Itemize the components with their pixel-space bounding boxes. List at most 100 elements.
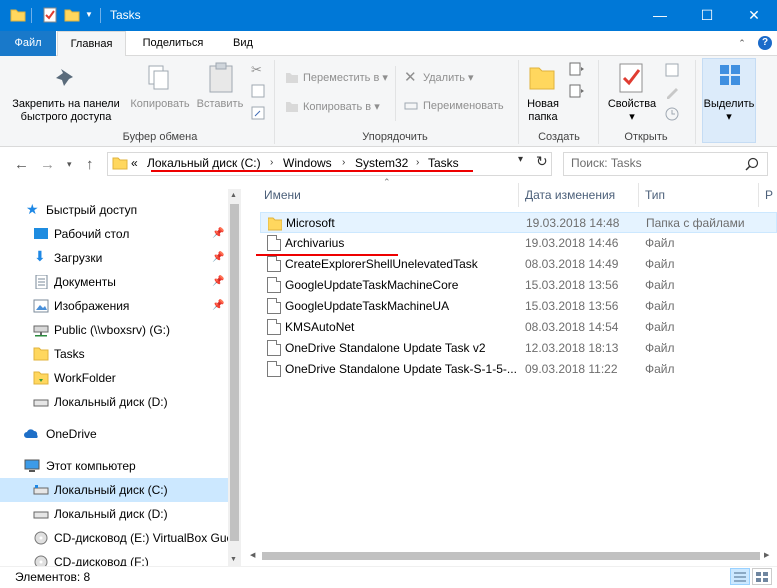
breadcrumb-system32[interactable]: System32: [355, 156, 408, 170]
pictures-icon: [33, 299, 49, 313]
delete-button[interactable]: Удалить ▾: [423, 71, 474, 84]
computer-icon: [24, 459, 40, 472]
breadcrumb-windows[interactable]: Windows: [283, 156, 332, 170]
tab-file[interactable]: Файл: [0, 31, 56, 56]
cut-icon[interactable]: ✂: [251, 62, 262, 78]
column-separator[interactable]: [518, 183, 519, 207]
nav-desktop[interactable]: Рабочий стол 📌: [0, 222, 228, 246]
tiles-view-button[interactable]: [752, 568, 772, 585]
quick-access-dropdown-icon[interactable]: ▼: [85, 10, 93, 19]
close-button[interactable]: ✕: [731, 0, 777, 31]
breadcrumb-drive-c[interactable]: Локальный диск (C:): [147, 156, 261, 170]
minimize-button[interactable]: —: [637, 0, 683, 31]
pin-icon[interactable]: 📌: [212, 252, 224, 263]
nav-label: Загрузки: [54, 251, 103, 265]
new-item-icon[interactable]: [569, 62, 585, 76]
pin-icon[interactable]: 📌: [212, 228, 224, 239]
title-separator: [100, 8, 101, 23]
collapse-ribbon-icon[interactable]: ⌃: [735, 31, 749, 56]
nav-documents[interactable]: Документы 📌: [0, 270, 228, 294]
breadcrumb-chevron-icon[interactable]: ›: [416, 157, 419, 168]
help-icon[interactable]: ?: [758, 36, 772, 50]
file-type: Файл: [645, 299, 675, 313]
nav-label: OneDrive: [46, 427, 97, 441]
file-date: 08.03.2018 14:49: [525, 257, 619, 271]
nav-cd-e[interactable]: CD-дисковод (E:) VirtualBox Gue: [0, 526, 233, 550]
new-folder-button[interactable]: Новая папка: [520, 98, 566, 124]
nav-scrollbar-thumb[interactable]: [230, 204, 239, 541]
paste-shortcut-icon[interactable]: [251, 106, 265, 120]
open-icon[interactable]: [664, 62, 680, 78]
scroll-up-icon[interactable]: ▲: [230, 192, 237, 199]
scroll-left-icon[interactable]: ◀: [250, 551, 255, 559]
list-item[interactable]: Archivarius 19.03.2018 14:46 Файл: [260, 233, 777, 254]
column-date[interactable]: Дата изменения: [525, 188, 615, 202]
rename-button[interactable]: Переименовать: [423, 100, 504, 112]
move-to-button[interactable]: Переместить в ▾: [303, 71, 388, 84]
scroll-down-icon[interactable]: ▼: [230, 556, 237, 563]
breadcrumb-chevron-icon[interactable]: ›: [342, 157, 345, 168]
list-item[interactable]: KMSAutoNet 08.03.2018 14:54 Файл: [260, 317, 777, 338]
pin-icon[interactable]: 📌: [212, 276, 224, 287]
pin-icon[interactable]: 📌: [212, 300, 224, 311]
copy-button[interactable]: Копировать: [126, 98, 194, 111]
paste-button[interactable]: Вставить: [194, 98, 246, 111]
new-folder-icon: [529, 67, 555, 90]
list-item[interactable]: GoogleUpdateTaskMachineUA 15.03.2018 13:…: [260, 296, 777, 317]
copy-path-icon[interactable]: [251, 84, 265, 98]
search-icon[interactable]: [745, 157, 759, 171]
file-date: 09.03.2018 11:22: [525, 362, 618, 376]
scroll-right-icon[interactable]: ▶: [764, 551, 769, 559]
address-dropdown-icon[interactable]: ▾: [518, 154, 523, 165]
properties-icon[interactable]: [42, 7, 58, 23]
nav-workfolder[interactable]: WorkFolder: [0, 366, 228, 390]
list-item[interactable]: OneDrive Standalone Update Task v2 12.03…: [260, 338, 777, 359]
column-separator[interactable]: [758, 183, 759, 207]
refresh-icon[interactable]: ↻: [536, 153, 548, 170]
back-button[interactable]: ←: [14, 156, 29, 173]
history-icon[interactable]: [664, 106, 680, 122]
easy-access-icon[interactable]: [569, 84, 585, 98]
nav-cd-f[interactable]: CD-дисковод (F:): [0, 550, 228, 567]
desktop-icon: [34, 228, 48, 239]
nav-downloads[interactable]: ⬇ Загрузки 📌: [0, 246, 228, 270]
column-size[interactable]: Р: [765, 188, 773, 202]
edit-icon[interactable]: [664, 84, 680, 100]
maximize-button[interactable]: ☐: [684, 0, 730, 31]
column-type[interactable]: Тип: [645, 188, 665, 202]
recent-locations-icon[interactable]: ▾: [67, 159, 72, 170]
forward-button[interactable]: →: [40, 156, 55, 173]
file-icon: [267, 298, 281, 314]
nav-drive-d[interactable]: Локальный диск (D:): [0, 390, 228, 414]
ribbon-separator: [695, 60, 696, 144]
nav-label: Public (\\vboxsrv) (G:): [54, 323, 171, 337]
tab-home[interactable]: Главная: [57, 31, 126, 57]
list-item[interactable]: Microsoft 19.03.2018 14:48 Папка с файла…: [260, 212, 777, 233]
nav-tasks[interactable]: Tasks: [0, 342, 228, 366]
nav-onedrive[interactable]: OneDrive: [0, 422, 228, 446]
list-item[interactable]: CreateExplorerShellUnelevatedTask 08.03.…: [260, 254, 777, 275]
up-button[interactable]: ↑: [86, 156, 94, 173]
tab-share[interactable]: Поделиться: [130, 31, 216, 56]
nav-this-pc[interactable]: Этот компьютер: [0, 454, 228, 478]
nav-drive-d-2[interactable]: Локальный диск (D:): [0, 502, 228, 526]
pin-quick-access-button[interactable]: Закрепить на панели быстрого доступа: [6, 98, 126, 124]
list-item[interactable]: GoogleUpdateTaskMachineCore 15.03.2018 1…: [260, 275, 777, 296]
breadcrumb-tasks[interactable]: Tasks: [428, 156, 459, 170]
new-folder-icon[interactable]: [64, 7, 80, 23]
nav-pictures[interactable]: Изображения 📌: [0, 294, 228, 318]
list-item[interactable]: OneDrive Standalone Update Task-S-1-5-..…: [260, 359, 777, 380]
details-view-button[interactable]: [730, 568, 750, 585]
column-name[interactable]: Имени: [264, 188, 301, 202]
folder-icon[interactable]: [10, 7, 26, 23]
breadcrumb-overflow[interactable]: «: [131, 156, 138, 170]
list-scrollbar-thumb[interactable]: [262, 552, 760, 560]
breadcrumb-chevron-icon[interactable]: ›: [270, 157, 273, 168]
column-separator[interactable]: [638, 183, 639, 207]
copy-to-button[interactable]: Копировать в ▾: [303, 100, 380, 113]
nav-quick-access[interactable]: ★ Быстрый доступ: [0, 198, 228, 222]
tab-view[interactable]: Вид: [220, 31, 266, 56]
nav-public-share[interactable]: Public (\\vboxsrv) (G:): [0, 318, 228, 342]
properties-button[interactable]: Свойства ▾: [602, 98, 662, 124]
nav-drive-c[interactable]: Локальный диск (C:): [0, 478, 228, 502]
